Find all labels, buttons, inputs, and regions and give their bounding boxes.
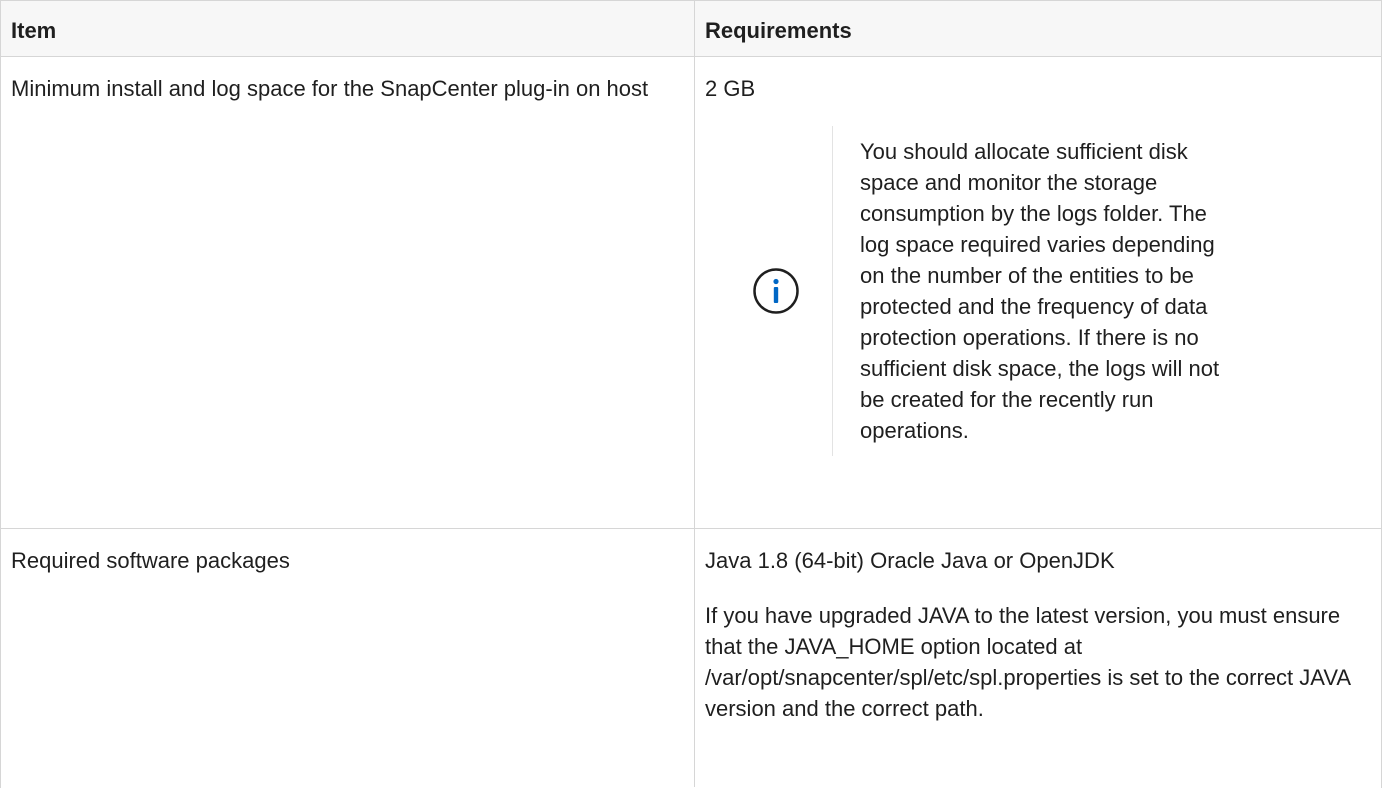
header-item: Item: [1, 1, 695, 56]
header-requirements: Requirements: [705, 18, 852, 43]
requirements-table: Item Requirements Minimum install and lo…: [0, 0, 1382, 788]
row-requirement-cell: Java 1.8 (64-bit) Oracle Java or OpenJDK…: [695, 529, 1381, 787]
requirement-detail-text: If you have upgraded JAVA to the latest …: [705, 603, 1350, 721]
item-text: Required software packages: [11, 548, 290, 573]
info-icon: [753, 268, 799, 314]
table-row: Minimum install and log space for the Sn…: [1, 57, 1381, 529]
requirement-text: Java 1.8 (64-bit) Oracle Java or OpenJDK: [705, 548, 1115, 573]
info-note-icon-column: [720, 126, 833, 456]
info-note: You should allocate sufficient disk spac…: [720, 126, 1371, 456]
table-row: Required software packages Java 1.8 (64-…: [1, 529, 1381, 787]
info-note-text: You should allocate sufficient disk spac…: [860, 139, 1220, 443]
requirement-text: 2 GB: [705, 76, 756, 101]
row-item-cell: Minimum install and log space for the Sn…: [1, 57, 695, 528]
item-text: Minimum install and log space for the Sn…: [11, 76, 649, 101]
row-item-cell: Required software packages: [1, 529, 695, 787]
table-header-row: Item Requirements: [1, 1, 1381, 57]
row-requirement-cell: 2 GB You should allocate sufficient disk…: [695, 57, 1381, 528]
